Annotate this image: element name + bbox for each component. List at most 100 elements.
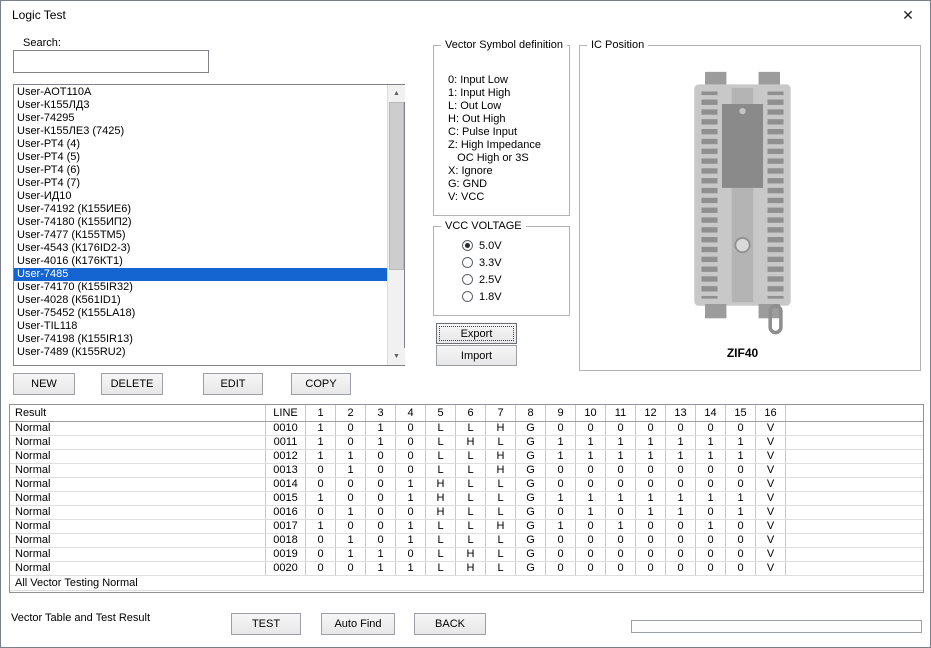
vcc-option-1.8V[interactable]: 1.8V xyxy=(462,288,502,305)
edit-button[interactable]: EDIT xyxy=(203,373,263,395)
radio-icon[interactable] xyxy=(462,240,473,251)
table-cell: 1 xyxy=(726,506,756,519)
table-cell: 0 xyxy=(336,422,366,435)
list-item[interactable]: User-ИД10 xyxy=(14,190,387,203)
table-cell: L xyxy=(486,492,516,505)
table-cell: 0 xyxy=(396,436,426,449)
table-header-cell: 1 xyxy=(306,405,336,421)
auto-find-button[interactable]: Auto Find xyxy=(321,613,395,635)
list-item[interactable]: User-РТ4 (5) xyxy=(14,151,387,164)
search-input[interactable] xyxy=(13,50,209,73)
table-cell: 1 xyxy=(306,492,336,505)
radio-icon[interactable] xyxy=(462,291,473,302)
vcc-option-3.3V[interactable]: 3.3V xyxy=(462,254,502,271)
list-item[interactable]: User-74295 xyxy=(14,112,387,125)
list-item[interactable]: User-7485 xyxy=(14,268,387,281)
table-cell: 1 xyxy=(726,450,756,463)
vcc-voltage-options: 5.0V 3.3V 2.5V 1.8V xyxy=(462,237,502,305)
table-row[interactable]: Normal 0019 0 1 1 0 L H L G 0 0 0 0 0 0 0 V xyxy=(10,548,923,562)
socket-label: ZIF40 xyxy=(726,346,759,360)
table-cell: 1 xyxy=(396,478,426,491)
table-cell: G xyxy=(516,520,546,533)
table-cell: 1 xyxy=(336,548,366,561)
table-cell: 1 xyxy=(366,548,396,561)
table-cell: L xyxy=(426,548,456,561)
list-item[interactable]: User-74170 (К155IR32) xyxy=(14,281,387,294)
table-cell: 1 xyxy=(336,534,366,547)
progress-bar xyxy=(631,620,922,633)
table-row[interactable]: Normal 0016 0 1 0 0 H L L G 0 1 0 1 1 0 1 V xyxy=(10,506,923,520)
radio-icon[interactable] xyxy=(462,274,473,285)
table-row[interactable]: Normal 0018 0 1 0 1 L L L G 0 0 0 0 0 0 0 V xyxy=(10,534,923,548)
table-cell: 0 xyxy=(576,534,606,547)
close-icon[interactable]: ✕ xyxy=(892,3,924,27)
table-cell: 0 xyxy=(636,562,666,575)
table-row[interactable]: Normal 0011 1 0 1 0 L H L G 1 1 1 1 1 1 1 V xyxy=(10,436,923,450)
table-cell: 0 xyxy=(366,492,396,505)
table-cell: G xyxy=(516,436,546,449)
list-item[interactable]: User-74192 (К155ИЕ6) xyxy=(14,203,387,216)
delete-button[interactable]: DELETE xyxy=(101,373,163,395)
table-row[interactable]: Normal 0012 1 1 0 0 L L H G 1 1 1 1 1 1 1 V xyxy=(10,450,923,464)
radio-icon[interactable] xyxy=(462,257,473,268)
list-item[interactable]: User-75452 (К155LA18) xyxy=(14,307,387,320)
import-button[interactable]: Import xyxy=(436,345,517,366)
list-item[interactable]: User-4543 (К176ID2-3) xyxy=(14,242,387,255)
table-row[interactable]: Normal 0017 1 0 0 1 L L H G 1 0 1 0 0 1 0 V xyxy=(10,520,923,534)
table-cell: 0018 xyxy=(266,534,306,547)
test-button[interactable]: TEST xyxy=(231,613,301,635)
list-item[interactable]: User-AOT110A xyxy=(14,86,387,99)
table-row[interactable]: Normal 0010 1 0 1 0 L L H G 0 0 0 0 0 0 0 V xyxy=(10,422,923,436)
table-cell: 0 xyxy=(696,478,726,491)
vector-symbol-line: 1: Input High xyxy=(448,87,511,99)
list-item[interactable]: User-74198 (К155IR13) xyxy=(14,333,387,346)
list-item[interactable]: User-К155ЛЕ3 (7425) xyxy=(14,125,387,138)
table-cell: L xyxy=(456,478,486,491)
list-item[interactable]: User-К155ЛД3 xyxy=(14,99,387,112)
table-cell: 1 xyxy=(306,450,336,463)
table-cell: 0 xyxy=(306,506,336,519)
copy-button[interactable]: COPY xyxy=(291,373,351,395)
table-row-filler xyxy=(786,478,923,491)
list-item[interactable]: User-7477 (К155ТМ5) xyxy=(14,229,387,242)
new-button[interactable]: NEW xyxy=(13,373,75,395)
table-cell: V xyxy=(756,534,786,547)
table-cell: Normal xyxy=(10,422,266,435)
list-item[interactable]: User-РТ4 (6) xyxy=(14,164,387,177)
table-cell: 1 xyxy=(546,492,576,505)
table-row[interactable]: Normal 0013 0 1 0 0 L L H G 0 0 0 0 0 0 0 V xyxy=(10,464,923,478)
table-cell: 0 xyxy=(636,464,666,477)
table-cell: 0 xyxy=(366,464,396,477)
device-list-scrollbar[interactable]: ▲ ▼ xyxy=(387,85,405,365)
export-button[interactable]: Export xyxy=(436,323,517,344)
table-header-cell: 13 xyxy=(666,405,696,421)
scroll-down-icon[interactable]: ▼ xyxy=(388,348,405,365)
list-item[interactable]: User-7489 (К155RU2) xyxy=(14,346,387,359)
table-row-filler xyxy=(786,492,923,505)
list-item[interactable]: User-74180 (К155ИП2) xyxy=(14,216,387,229)
table-cell: Normal xyxy=(10,548,266,561)
vector-symbol-line: G: GND xyxy=(448,178,488,190)
table-cell: 0 xyxy=(546,506,576,519)
table-cell: 1 xyxy=(576,436,606,449)
table-header-cell: 6 xyxy=(456,405,486,421)
table-row[interactable]: Normal 0020 0 0 1 1 L H L G 0 0 0 0 0 0 0 V xyxy=(10,562,923,576)
list-item[interactable]: User-4028 (К561ID1) xyxy=(14,294,387,307)
list-item[interactable]: User-4016 (К176КТ1) xyxy=(14,255,387,268)
list-item[interactable]: User-РТ4 (4) xyxy=(14,138,387,151)
vcc-option-5.0V[interactable]: 5.0V xyxy=(462,237,502,254)
table-row[interactable]: Normal 0015 1 0 0 1 H L L G 1 1 1 1 1 1 1 V xyxy=(10,492,923,506)
table-cell: 0 xyxy=(666,534,696,547)
table-cell: 0 xyxy=(576,520,606,533)
list-item[interactable]: User-РТ4 (7) xyxy=(14,177,387,190)
list-item[interactable]: User-TIL118 xyxy=(14,320,387,333)
device-list[interactable]: User-AOT110A User-К155ЛД3 User-74295 User-К… xyxy=(13,84,405,366)
vcc-option-2.5V[interactable]: 2.5V xyxy=(462,271,502,288)
table-row[interactable]: Normal 0014 0 0 0 1 H L L G 0 0 0 0 0 0 0 V xyxy=(10,478,923,492)
table-cell: 0 xyxy=(636,478,666,491)
scroll-up-icon[interactable]: ▲ xyxy=(388,85,405,102)
table-cell: L xyxy=(426,450,456,463)
scrollbar-thumb[interactable] xyxy=(389,102,404,270)
back-button[interactable]: BACK xyxy=(414,613,486,635)
table-cell: H xyxy=(456,548,486,561)
